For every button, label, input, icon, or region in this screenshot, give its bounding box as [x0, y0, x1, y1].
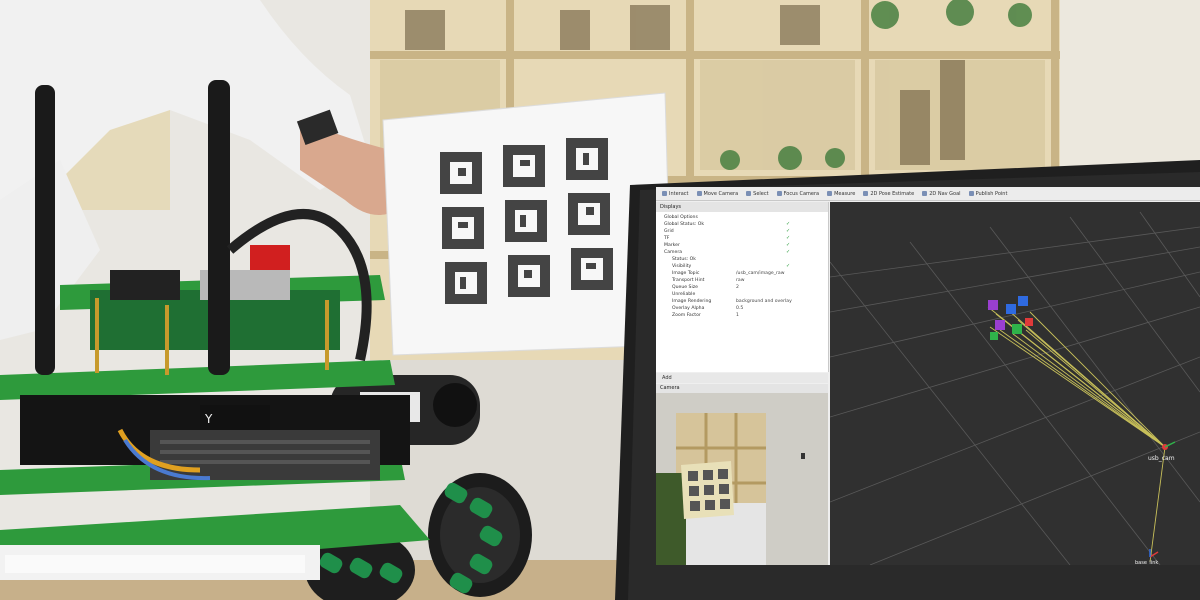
display-row-label: Image Rendering: [672, 299, 712, 304]
display-row-label: Transport Hint: [672, 278, 705, 283]
display-row-value: 0.5: [736, 306, 744, 311]
display-row[interactable]: Zoom Factor 1: [656, 312, 828, 319]
displays-title: Displays: [656, 202, 828, 212]
display-row-label: Image Topic: [672, 271, 700, 276]
tool-label: Focus Camera: [783, 190, 820, 197]
select-icon: [746, 191, 752, 196]
display-row[interactable]: Image Rendering background and overlay: [656, 298, 828, 305]
tool-label: Move Camera: [703, 190, 739, 197]
tool-label: Measure: [834, 190, 856, 197]
displays-tree: Global Options Global Status: Ok ✓ Grid ✓ TF ✓…: [656, 212, 828, 319]
base-frame-label: base_link: [1135, 560, 1158, 565]
tool-interact[interactable]: Interact: [662, 191, 689, 197]
display-row-checkbox[interactable]: ✓: [786, 235, 790, 242]
display-row-label: Unreliable: [672, 292, 696, 297]
display-row-value: /usb_cam/image_raw: [736, 271, 785, 276]
tf-scene: usb_cam base_link: [829, 202, 1200, 565]
display-row[interactable]: Image Topic/usb_cam/image_raw: [656, 270, 828, 277]
display-row-label: Zoom Factor: [672, 313, 701, 318]
rviz-window: Interact Move Camera Select Focus Camera…: [656, 187, 1200, 565]
display-row-value: 1: [736, 313, 739, 318]
tool-label: Publish Point: [975, 190, 1008, 197]
display-row-label: Global Status: Ok: [664, 222, 705, 227]
tool-label: 2D Pose Estimate: [870, 190, 915, 197]
tool-label: 2D Nav Goal: [929, 190, 961, 197]
camera-panel-title: Camera: [656, 384, 828, 393]
display-row-value: background and overlay: [736, 299, 792, 304]
tool-focus-camera[interactable]: Focus Camera: [776, 190, 820, 197]
display-row-checkbox[interactable]: ✓: [786, 221, 790, 228]
display-row[interactable]: Transport Hint raw: [656, 277, 828, 284]
tool-select[interactable]: Select: [746, 190, 769, 197]
pose-arrow-icon: [863, 191, 869, 196]
interact-icon: [662, 191, 667, 196]
camera-panel: Camera: [656, 384, 828, 565]
tool-move-camera[interactable]: Move Camera: [696, 190, 739, 197]
display-row-value: 2: [736, 285, 739, 290]
display-row-label: Camera: [664, 250, 683, 255]
display-row-checkbox[interactable]: ✓: [786, 228, 790, 235]
display-row[interactable]: TF ✓: [656, 235, 828, 242]
display-row[interactable]: Global Status: Ok ✓: [656, 221, 828, 228]
measure-icon: [827, 191, 833, 196]
display-row-label: Visibility: [672, 264, 692, 269]
tool-label: Select: [753, 190, 769, 197]
display-row[interactable]: Camera ✓: [656, 249, 828, 256]
display-row[interactable]: Grid ✓: [656, 228, 828, 235]
tool-2d-nav-goal[interactable]: 2D Nav Goal: [922, 190, 961, 197]
tool-2d-pose[interactable]: 2D Pose Estimate: [863, 191, 914, 197]
display-row[interactable]: Global Options: [656, 214, 828, 221]
display-row-label: Overlay Alpha: [672, 306, 705, 311]
add-label: Add: [662, 375, 672, 381]
publish-point-icon: [968, 191, 974, 196]
display-row[interactable]: Visibility ✓: [656, 263, 828, 270]
display-row-label: Status: Ok: [672, 257, 696, 262]
svg-text:Y: Y: [204, 412, 213, 426]
move-camera-icon: [696, 191, 702, 196]
tool-measure[interactable]: Measure: [827, 191, 855, 197]
cam-frame-label: usb_cam: [1148, 455, 1175, 462]
display-row[interactable]: Unreliable: [656, 291, 828, 298]
rviz-toolbar: Interact Move Camera Select Focus Camera…: [656, 187, 1200, 201]
display-row-checkbox[interactable]: ✓: [786, 242, 790, 249]
display-row-checkbox[interactable]: ✓: [786, 263, 790, 270]
tool-label: Interact: [669, 190, 689, 197]
display-row-label: Global Options: [664, 215, 698, 220]
displays-panel: Displays Global Options Global Status: Ok…: [656, 202, 829, 372]
display-row-label: Grid: [664, 229, 674, 234]
display-row[interactable]: Queue Size 2: [656, 284, 828, 291]
display-row[interactable]: Marker ✓: [656, 242, 828, 249]
nav-goal-icon: [922, 191, 928, 196]
tool-publish-point[interactable]: Publish Point: [968, 190, 1008, 197]
focus-camera-icon: [776, 191, 782, 196]
display-row-checkbox[interactable]: ✓: [786, 249, 790, 256]
display-row[interactable]: Status: Ok: [656, 256, 828, 263]
add-display-button[interactable]: Add: [656, 373, 828, 383]
display-row[interactable]: Overlay Alpha 0.5: [656, 305, 828, 312]
camera-image: [656, 393, 828, 565]
display-row-label: Queue Size: [672, 285, 698, 290]
display-row-label: TF: [664, 236, 670, 241]
display-row-value: raw: [736, 278, 745, 283]
display-row-label: Marker: [664, 243, 680, 248]
3d-viewport[interactable]: usb_cam base_link: [829, 202, 1200, 565]
